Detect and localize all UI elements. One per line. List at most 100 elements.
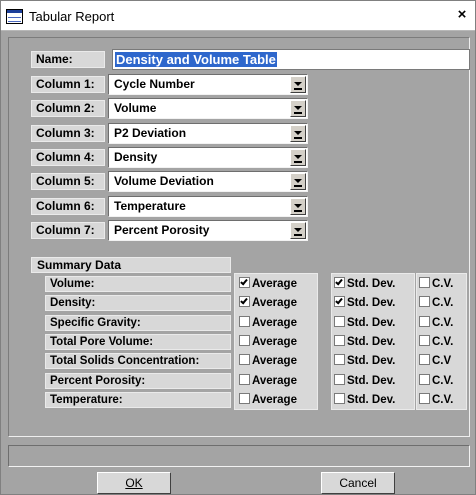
chevron-down-icon <box>294 228 302 232</box>
column-5-select[interactable]: Volume Deviation <box>108 171 308 192</box>
chevron-down-icon <box>294 131 302 135</box>
column-7-dropdown-button[interactable] <box>290 222 306 239</box>
column-3-label: Column 3: <box>31 125 105 142</box>
std-dev-checkbox-density[interactable]: Std. Dev. <box>334 296 395 310</box>
std-dev-checkbox-volume[interactable]: Std. Dev. <box>334 277 395 291</box>
cv-checkbox-specific-gravity[interactable]: C.V. <box>419 316 453 330</box>
checkbox-box[interactable] <box>239 316 250 327</box>
std-dev-checkbox-specific-gravity[interactable]: Std. Dev. <box>334 316 395 330</box>
column-6-label: Column 6: <box>31 198 105 215</box>
cv-checkbox-total-solids-concentration[interactable]: C.V <box>419 354 451 368</box>
column-6-dropdown-button[interactable] <box>290 198 306 215</box>
checkbox-label: Average <box>252 297 297 309</box>
column-2-dropdown-button[interactable] <box>290 100 306 117</box>
average-checkbox-density[interactable]: Average <box>239 296 297 310</box>
chevron-down-icon <box>294 204 302 208</box>
checkbox-box[interactable] <box>419 393 430 404</box>
column-3-select[interactable]: P2 Deviation <box>108 123 308 144</box>
checkbox-box[interactable] <box>419 296 430 307</box>
average-checkbox-specific-gravity[interactable]: Average <box>239 316 297 330</box>
checkbox-label: Average <box>252 317 297 329</box>
checkbox-label: C.V. <box>432 317 454 329</box>
checkmark-icon <box>335 296 343 305</box>
summary-label-total-pore-volume: Total Pore Volume: <box>45 334 231 350</box>
checkbox-box[interactable] <box>334 374 345 385</box>
checkbox-box[interactable] <box>334 335 345 346</box>
chevron-down-icon <box>294 82 302 86</box>
ok-button[interactable]: OK <box>97 472 171 494</box>
checkbox-box[interactable] <box>239 393 250 404</box>
table-icon <box>6 9 23 24</box>
checkbox-box[interactable] <box>419 335 430 346</box>
checkmark-icon <box>335 277 343 286</box>
column-4-select[interactable]: Density <box>108 147 308 168</box>
column-3-dropdown-button[interactable] <box>290 125 306 142</box>
chevron-down-icon <box>294 179 302 183</box>
average-checkbox-total-solids-concentration[interactable]: Average <box>239 354 297 368</box>
chevron-down-icon <box>294 155 302 159</box>
std-dev-checkbox-total-solids-concentration[interactable]: Std. Dev. <box>334 354 395 368</box>
column-4-label: Column 4: <box>31 149 105 166</box>
checkbox-label: Std. Dev. <box>347 394 396 406</box>
checkmark-icon <box>240 277 248 286</box>
std-dev-checkbox-percent-porosity[interactable]: Std. Dev. <box>334 374 395 388</box>
title-bar[interactable]: Tabular Report × <box>1 1 475 31</box>
checkbox-box[interactable] <box>419 374 430 385</box>
checkbox-label: Average <box>252 375 297 387</box>
checkbox-box[interactable] <box>334 277 345 288</box>
checkbox-box[interactable] <box>334 296 345 307</box>
checkbox-label: Average <box>252 278 297 290</box>
close-icon: × <box>457 6 467 23</box>
checkbox-box[interactable] <box>419 277 430 288</box>
column-4-dropdown-button[interactable] <box>290 149 306 166</box>
column-3-value: P2 Deviation <box>114 126 187 140</box>
cancel-button-label: Cancel <box>339 476 377 490</box>
checkbox-label: Average <box>252 336 297 348</box>
checkbox-label: C.V <box>432 355 452 367</box>
checkbox-label: C.V. <box>432 394 454 406</box>
checkbox-box[interactable] <box>239 374 250 385</box>
column-4-value: Density <box>114 150 158 164</box>
cv-checkbox-percent-porosity[interactable]: C.V. <box>419 374 453 388</box>
name-input[interactable]: Density and Volume Table <box>112 49 470 70</box>
column-2-select[interactable]: Volume <box>108 98 308 119</box>
ok-button-label: OK <box>125 476 143 490</box>
column-5-dropdown-button[interactable] <box>290 173 306 190</box>
column-7-select[interactable]: Percent Porosity <box>108 220 308 241</box>
checkbox-box[interactable] <box>334 316 345 327</box>
average-checkbox-total-pore-volume[interactable]: Average <box>239 335 297 349</box>
average-checkbox-percent-porosity[interactable]: Average <box>239 374 297 388</box>
checkbox-box[interactable] <box>239 335 250 346</box>
column-1-dropdown-button[interactable] <box>290 76 306 93</box>
cv-checkbox-density[interactable]: C.V. <box>419 296 453 310</box>
checkbox-box[interactable] <box>239 277 250 288</box>
average-checkbox-volume[interactable]: Average <box>239 277 297 291</box>
checkbox-label: Average <box>252 394 297 406</box>
checkbox-box[interactable] <box>239 296 250 307</box>
checkbox-box[interactable] <box>334 354 345 365</box>
column-1-label: Column 1: <box>31 76 105 93</box>
checkbox-label: C.V. <box>432 297 454 309</box>
cv-checkbox-volume[interactable]: C.V. <box>419 277 453 291</box>
checkbox-label: C.V. <box>432 336 454 348</box>
column-2-label: Column 2: <box>31 100 105 117</box>
checkbox-box[interactable] <box>334 393 345 404</box>
std-dev-checkbox-total-pore-volume[interactable]: Std. Dev. <box>334 335 395 349</box>
checkbox-box[interactable] <box>239 354 250 365</box>
checkbox-label: Std. Dev. <box>347 375 396 387</box>
column-6-select[interactable]: Temperature <box>108 196 308 217</box>
name-label: Name: <box>31 51 105 68</box>
column-5-label: Column 5: <box>31 173 105 190</box>
close-button[interactable]: × <box>453 6 471 24</box>
cancel-button[interactable]: Cancel <box>321 472 395 494</box>
std-dev-checkbox-temperature[interactable]: Std. Dev. <box>334 393 395 407</box>
cv-checkbox-temperature[interactable]: C.V. <box>419 393 453 407</box>
average-checkbox-temperature[interactable]: Average <box>239 393 297 407</box>
column-7-value: Percent Porosity <box>114 223 210 237</box>
cv-checkbox-total-pore-volume[interactable]: C.V. <box>419 335 453 349</box>
column-2-value: Volume <box>114 101 157 115</box>
checkbox-box[interactable] <box>419 316 430 327</box>
column-1-select[interactable]: Cycle Number <box>108 74 308 95</box>
checkbox-box[interactable] <box>419 354 430 365</box>
summary-label-temperature: Temperature: <box>45 392 231 408</box>
